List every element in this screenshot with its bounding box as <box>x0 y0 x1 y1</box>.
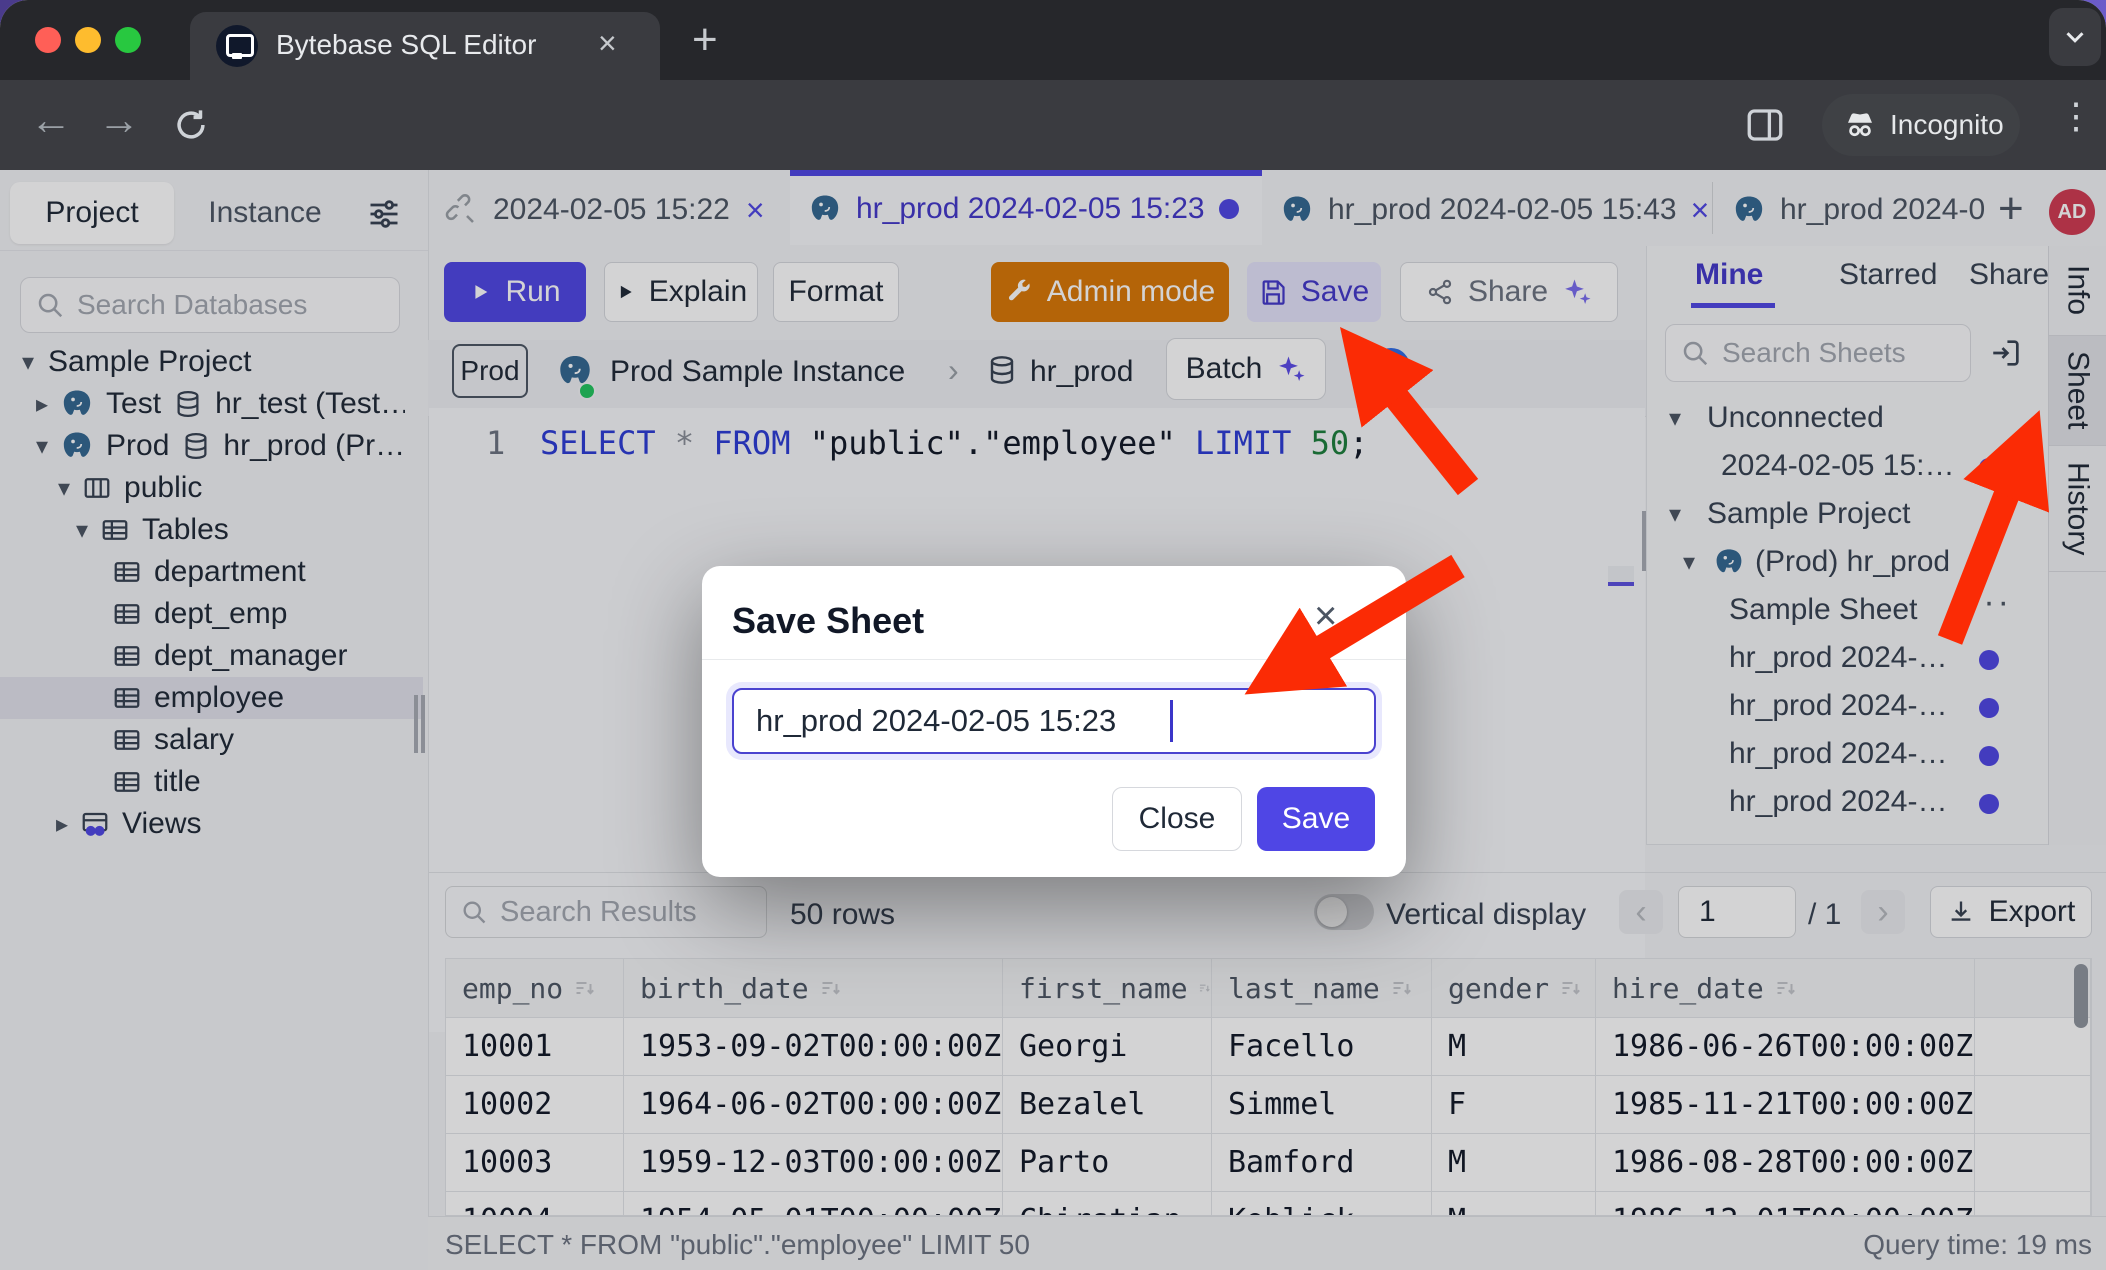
back-icon[interactable]: ← <box>30 96 72 144</box>
tab-search-chevron-button[interactable] <box>2049 8 2101 66</box>
incognito-icon <box>1842 107 1878 143</box>
traffic-minimize-button[interactable] <box>75 27 101 53</box>
browser-tab-close-icon[interactable]: × <box>598 25 617 62</box>
desktop: Bytebase SQL Editor × + ← → localhost:80… <box>0 0 2106 1270</box>
traffic-zoom-button[interactable] <box>115 27 141 53</box>
incognito-badge: Incognito <box>1822 94 2020 156</box>
browser-window: Bytebase SQL Editor × + ← → localhost:80… <box>0 0 2106 1270</box>
dialog-close-button[interactable]: Close <box>1112 787 1242 851</box>
reload-icon[interactable] <box>172 106 210 144</box>
browser-menu-kebab-icon[interactable]: ⋮ <box>2058 95 2094 137</box>
dialog-save-button[interactable]: Save <box>1257 787 1375 851</box>
save-sheet-dialog: Save Sheet × Close Save <box>702 566 1406 877</box>
traffic-close-button[interactable] <box>35 27 61 53</box>
forward-icon[interactable]: → <box>98 96 140 144</box>
sheet-name-input[interactable] <box>732 688 1376 754</box>
dialog-close-icon[interactable]: × <box>1314 594 1337 639</box>
dialog-title: Save Sheet <box>732 600 924 642</box>
bytebase-favicon <box>216 25 258 67</box>
new-tab-button[interactable]: + <box>692 15 718 65</box>
browser-tab-strip: Bytebase SQL Editor × + <box>0 0 2106 80</box>
browser-tab-title: Bytebase SQL Editor <box>276 29 536 61</box>
side-panel-icon[interactable] <box>1744 104 1786 146</box>
dialog-divider <box>702 659 1406 660</box>
browser-tab[interactable]: Bytebase SQL Editor × <box>190 12 660 80</box>
text-caret <box>1170 700 1173 742</box>
browser-toolbar: ← → localhost:8080/sql-editor/prod-sampl… <box>0 80 2106 171</box>
incognito-label: Incognito <box>1890 109 2004 141</box>
